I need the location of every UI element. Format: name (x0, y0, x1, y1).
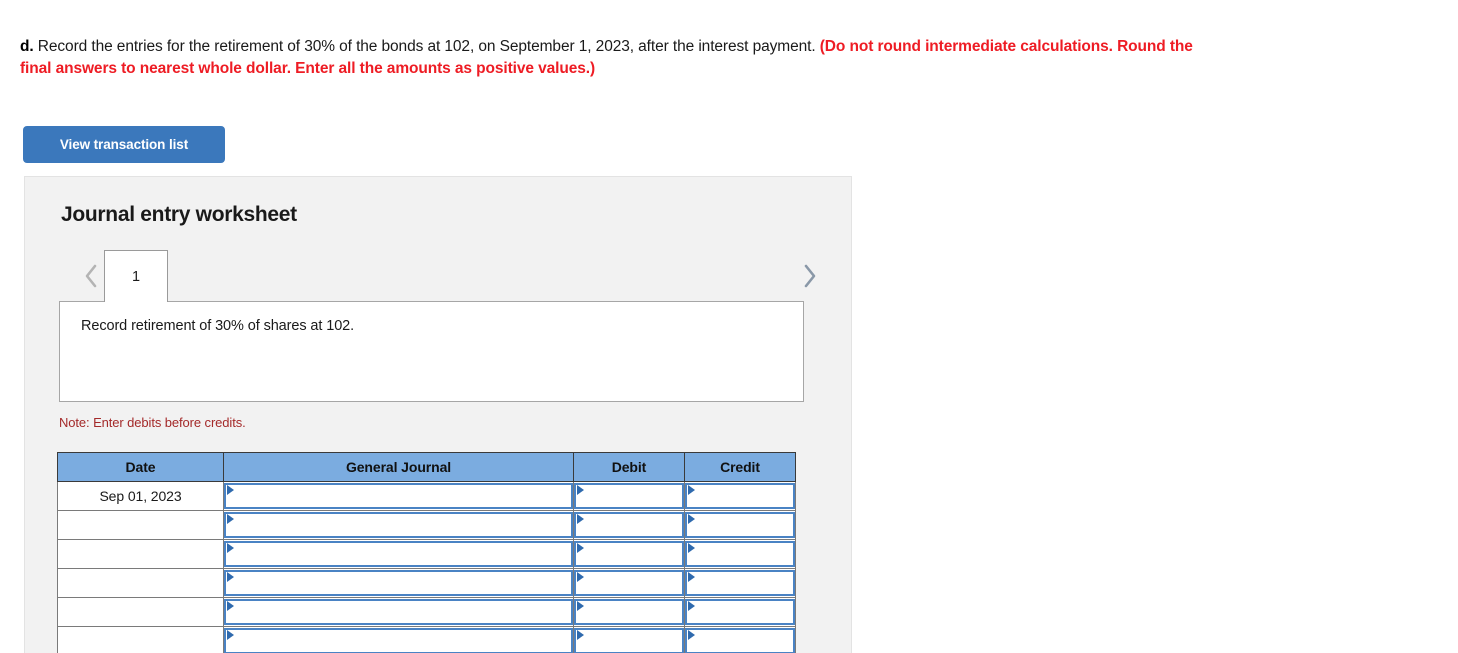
general-journal-input[interactable] (224, 599, 573, 625)
column-header-credit: Credit (684, 452, 796, 482)
cell-debit[interactable] (573, 510, 685, 540)
general-journal-input[interactable] (224, 512, 573, 538)
column-header-general-journal: General Journal (223, 452, 574, 482)
cell-credit[interactable] (684, 510, 796, 540)
question-letter: d. (20, 38, 34, 55)
cell-credit[interactable] (684, 568, 796, 598)
cell-date[interactable] (57, 626, 224, 653)
table-row (57, 626, 796, 653)
debit-input[interactable] (574, 599, 684, 625)
page-root: d. Record the entries for the retirement… (0, 0, 1458, 653)
debit-input[interactable] (574, 541, 684, 567)
debit-input[interactable] (574, 512, 684, 538)
general-journal-input[interactable] (224, 541, 573, 567)
worksheet-tabstrip: 1 (25, 250, 851, 302)
table-header-row: Date General Journal Debit Credit (57, 452, 796, 482)
table-row (57, 510, 796, 540)
credit-input[interactable] (685, 570, 795, 596)
table-row: Sep 01, 2023 (57, 481, 796, 511)
entry-description-text: Record retirement of 30% of shares at 10… (81, 318, 355, 334)
next-entry-button[interactable] (794, 259, 824, 293)
journal-entry-worksheet-panel: Journal entry worksheet 1 Record retirem… (24, 176, 852, 653)
cell-date[interactable]: Sep 01, 2023 (57, 481, 224, 511)
question-text: Record the entries for the retirement of… (33, 38, 820, 55)
journal-entry-table-body: Sep 01, 2023 (57, 481, 796, 653)
column-header-date: Date (57, 452, 224, 482)
cell-debit[interactable] (573, 568, 685, 598)
cell-credit[interactable] (684, 597, 796, 627)
cell-general-journal[interactable] (223, 597, 574, 627)
worksheet-tab-label: 1 (131, 268, 141, 285)
question-prompt: d. Record the entries for the retirement… (20, 36, 1210, 80)
cell-date[interactable] (57, 597, 224, 627)
cell-general-journal[interactable] (223, 568, 574, 598)
previous-entry-button[interactable] (77, 259, 107, 293)
credit-input[interactable] (685, 512, 795, 538)
debit-input[interactable] (574, 483, 684, 509)
general-journal-input[interactable] (224, 570, 573, 596)
entry-description-box: Record retirement of 30% of shares at 10… (59, 301, 804, 402)
debits-before-credits-note: Note: Enter debits before credits. (59, 415, 246, 430)
general-journal-input[interactable] (224, 483, 573, 509)
journal-entry-table: Date General Journal Debit Credit Sep 01… (57, 452, 796, 653)
cell-debit[interactable] (573, 539, 685, 569)
credit-input[interactable] (685, 541, 795, 567)
general-journal-input[interactable] (224, 628, 573, 653)
credit-input[interactable] (685, 483, 795, 509)
cell-general-journal[interactable] (223, 510, 574, 540)
worksheet-tab-1[interactable]: 1 (104, 250, 168, 302)
cell-credit[interactable] (684, 539, 796, 569)
cell-debit[interactable] (573, 626, 685, 653)
chevron-left-icon (84, 263, 100, 289)
cell-debit[interactable] (573, 597, 685, 627)
chevron-right-icon (801, 263, 817, 289)
worksheet-title: Journal entry worksheet (61, 203, 297, 226)
debit-input[interactable] (574, 570, 684, 596)
cell-general-journal[interactable] (223, 539, 574, 569)
cell-date[interactable] (57, 510, 224, 540)
credit-input[interactable] (685, 599, 795, 625)
cell-general-journal[interactable] (223, 626, 574, 653)
view-transaction-list-button[interactable]: View transaction list (23, 126, 225, 163)
cell-credit[interactable] (684, 626, 796, 653)
table-row (57, 568, 796, 598)
cell-date[interactable] (57, 539, 224, 569)
table-row (57, 539, 796, 569)
table-row (57, 597, 796, 627)
cell-credit[interactable] (684, 481, 796, 511)
column-header-debit: Debit (573, 452, 685, 482)
cell-debit[interactable] (573, 481, 685, 511)
cell-general-journal[interactable] (223, 481, 574, 511)
credit-input[interactable] (685, 628, 795, 653)
debit-input[interactable] (574, 628, 684, 653)
cell-date[interactable] (57, 568, 224, 598)
